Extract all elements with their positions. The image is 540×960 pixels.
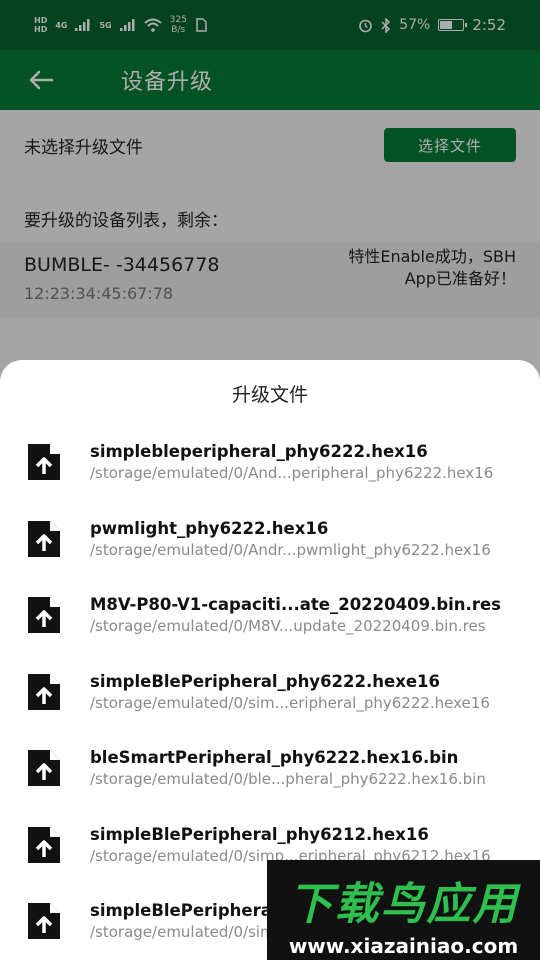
sheet-title: 升级文件 (231, 384, 308, 406)
file-path: /storage/emulated/0/M8V...update_2022040… (90, 617, 486, 635)
file-name: simpleBlePeripheral_phy6212.hex16 (90, 824, 429, 844)
file-upload-icon (24, 825, 64, 865)
file-name: bleSmartPeripheral_phy6222.hex16.bin (90, 748, 459, 767)
file-upload-icon (24, 519, 64, 559)
file-path: /storage/emulated/0/And...peripheral_phy… (90, 464, 494, 482)
file-upload-icon (24, 901, 64, 941)
watermark: 下载鸟应用 www.xiazainiao.com (267, 860, 540, 960)
file-item[interactable]: pwmlight_phy6222.hex16 /storage/emulated… (0, 507, 540, 584)
file-name: M8V-P80-V1-capaciti...ate_20220409.bin.r… (90, 595, 501, 614)
file-item[interactable]: simplebleperipheral_phy6222.hex16 /stora… (0, 430, 540, 507)
file-item[interactable]: bleSmartPeripheral_phy6222.hex16.bin /st… (0, 736, 540, 813)
file-path: /storage/emulated/0/Andr...pwmlight_phy6… (90, 540, 491, 559)
file-name: pwmlight_phy6222.hex16 (90, 518, 329, 538)
file-upload-icon (24, 672, 64, 712)
watermark-logo: 下载鸟应用 (288, 879, 519, 930)
file-item[interactable]: M8V-P80-V1-capaciti...ate_20220409.bin.r… (0, 583, 540, 660)
file-item[interactable]: simpleBlePeripheral_phy6222.hexe16 /stor… (0, 660, 540, 737)
file-name: simpleBlePeripheral_phy6222.hexe16 (90, 671, 440, 691)
file-path: /storage/emulated/0/ble...pheral_phy6222… (90, 770, 486, 788)
file-name: simplebleperipheral_phy6222.hex16 (90, 442, 428, 461)
file-upload-icon (24, 748, 64, 788)
file-path: /storage/emulated/0/sim...eripheral_phy6… (90, 693, 490, 712)
file-upload-icon (24, 442, 64, 482)
watermark-url: www.xiazainiao.com (288, 934, 519, 958)
file-upload-icon (24, 595, 64, 635)
